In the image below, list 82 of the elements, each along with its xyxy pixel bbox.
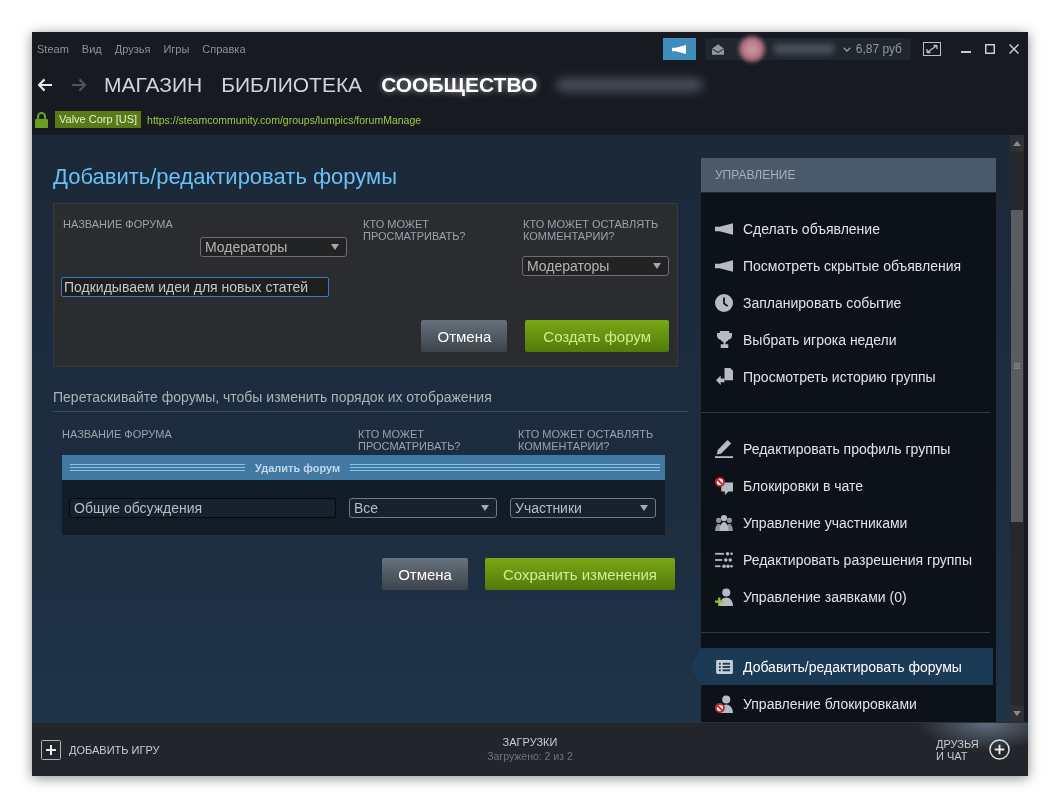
expand-arrows-icon[interactable] xyxy=(923,42,941,56)
column-label: НАЗВАНИЕ ФОРУМА xyxy=(62,428,173,442)
scroll-up-button[interactable] xyxy=(1010,135,1024,152)
blocked-chat-icon xyxy=(715,476,733,495)
column-label: КТО МОЖЕТ ОСТАВЛЯТЬ КОММЕНТАРИИ? xyxy=(518,428,655,452)
certificate-badge: Valve Corp [US] xyxy=(55,111,142,128)
forum-name-field[interactable]: Подкидываем идеи для новых статей xyxy=(61,277,329,297)
menu-item[interactable]: Игры xyxy=(163,43,190,55)
menu-item[interactable]: Справка xyxy=(202,43,246,55)
grip-lines-icon xyxy=(350,464,660,471)
column-label: НАЗВАНИЕ ФОРУМА xyxy=(62,218,174,230)
grip-lines-icon xyxy=(70,464,245,471)
sidebar-item[interactable]: Посмотреть скрытые объявления xyxy=(701,247,996,284)
sidebar-item[interactable]: Управление заявками (0) xyxy=(701,578,996,615)
sidebar-item[interactable]: Редактировать профиль группы xyxy=(701,430,996,467)
downloads-link[interactable]: ЗАГРУЗКИ xyxy=(502,736,558,749)
commenters-dropdown[interactable]: Участники xyxy=(510,497,656,518)
account-menu-button[interactable]: 6,87 руб xyxy=(704,38,911,60)
documents-arrow-icon xyxy=(715,368,733,385)
clock-icon xyxy=(715,293,733,312)
person-plus-icon xyxy=(715,587,733,606)
menu-item[interactable]: Вид xyxy=(81,43,102,55)
pencil-icon xyxy=(715,439,733,458)
sidebar-item[interactable]: Запланировать событие xyxy=(701,284,996,321)
nav-tab[interactable]: СООБЩЕСТВО xyxy=(381,73,538,97)
sidebar-item[interactable]: Добавить/редактировать форумы xyxy=(690,648,993,685)
column-label: КТО МОЖЕТ ОСТАВЛЯТЬ КОММЕНТАРИИ? xyxy=(522,218,660,242)
caret-down-icon xyxy=(653,263,661,269)
cancel-button[interactable]: Отмена xyxy=(421,320,508,352)
blurred-username xyxy=(772,44,835,54)
blocked-person-icon xyxy=(715,694,733,713)
megaphone-icon xyxy=(715,259,733,272)
close-icon[interactable] xyxy=(1009,44,1019,54)
people-icon xyxy=(715,514,733,531)
maximize-icon[interactable] xyxy=(985,44,995,54)
grip-icon xyxy=(1014,363,1020,369)
forum-name-field[interactable]: Общие обсуждения xyxy=(69,497,336,518)
sidebar-item[interactable]: Просмотреть историю группы xyxy=(701,358,996,395)
sidebar-item[interactable]: Редактировать разрешения группы xyxy=(701,541,996,578)
plus-circle-icon xyxy=(989,739,1010,760)
downloads-status: Загружено: 2 из 2 xyxy=(487,749,573,763)
viewers-dropdown[interactable]: Модераторы xyxy=(200,237,347,257)
cancel-button[interactable]: Отмена xyxy=(382,558,468,590)
list-dots-icon xyxy=(715,551,733,568)
sidebar-heading: УПРАВЛЕНИЕ xyxy=(701,158,996,193)
nav-tab[interactable]: БИБЛИОТЕКА xyxy=(221,73,363,97)
add-game-button[interactable]: ДОБАВИТЬ ИГРУ xyxy=(41,739,160,760)
sidebar-item[interactable]: Управление участниками xyxy=(701,504,996,541)
viewers-dropdown[interactable]: Все xyxy=(349,497,497,518)
sidebar-item[interactable]: Выбрать игрока недели xyxy=(701,321,996,358)
menu-item[interactable]: Друзья xyxy=(114,43,151,55)
caret-down-icon xyxy=(481,504,489,511)
menu-item[interactable]: Steam xyxy=(37,43,69,55)
padlock-icon xyxy=(35,111,48,128)
friends-chat-button[interactable]: ДРУЗЬЯ И ЧАТ xyxy=(936,737,1010,762)
megaphone-icon xyxy=(715,222,733,235)
trophy-icon xyxy=(716,331,732,348)
scrollbar-thumb[interactable] xyxy=(1011,210,1023,522)
page-title: Добавить/редактировать форумы xyxy=(53,164,398,190)
sidebar-item[interactable]: Блокировки в чате xyxy=(701,467,996,504)
megaphone-icon xyxy=(672,44,687,54)
scrollbar-track[interactable] xyxy=(1010,135,1024,722)
triangle-up-icon xyxy=(1013,141,1021,146)
caret-down-icon xyxy=(842,46,851,52)
url-text: https://steamcommunity.com/groups/lumpics/forumManage xyxy=(147,113,422,126)
envelope-icon[interactable] xyxy=(711,43,724,55)
list-icon xyxy=(715,659,733,674)
commenters-dropdown[interactable]: Модераторы xyxy=(522,256,669,276)
column-label: КТО МОЖЕТ ПРОСМАТРИВАТЬ? xyxy=(362,218,467,242)
plus-square-icon xyxy=(41,739,61,760)
announcements-button[interactable] xyxy=(662,38,696,60)
triangle-down-icon xyxy=(1013,711,1021,716)
sidebar-item[interactable]: Сделать объявление xyxy=(701,210,996,247)
back-arrow-icon[interactable] xyxy=(38,78,53,92)
scroll-down-button[interactable] xyxy=(1010,705,1024,722)
caret-down-icon xyxy=(640,504,648,511)
avatar-circle xyxy=(738,36,765,62)
nav-tab[interactable]: МАГАЗИН xyxy=(104,73,203,97)
caret-down-icon xyxy=(331,244,339,250)
column-label: КТО МОЖЕТ ПРОСМАТРИВАТЬ? xyxy=(358,428,462,452)
section-heading: Перетаскивайте форумы, чтобы изменить порядок их отображения xyxy=(53,389,688,412)
sidebar-item[interactable]: Управление блокировками xyxy=(701,685,996,722)
